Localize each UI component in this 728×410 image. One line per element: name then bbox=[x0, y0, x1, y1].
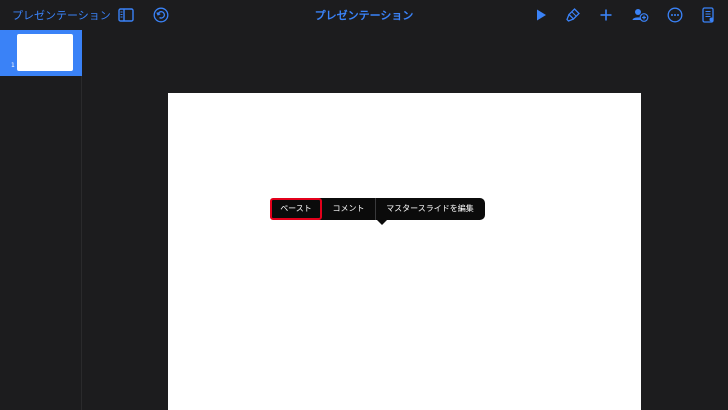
document-icon[interactable] bbox=[699, 6, 717, 24]
presentations-back-button[interactable]: プレゼンテーション bbox=[12, 7, 111, 23]
edit-master-slide-menu-item[interactable]: マスタースライドを編集 bbox=[376, 198, 484, 220]
sidebar-icon[interactable] bbox=[117, 6, 135, 24]
play-icon[interactable] bbox=[532, 6, 550, 24]
slide-canvas[interactable] bbox=[168, 93, 641, 410]
slide-thumbnail-selected[interactable]: 1 bbox=[0, 30, 82, 76]
keynote-app: プレゼンテーション プレゼンテーション 1 ペースト コメント マスタースライド… bbox=[0, 0, 728, 410]
more-icon[interactable] bbox=[666, 6, 684, 24]
plus-icon[interactable] bbox=[597, 6, 615, 24]
slide-number: 1 bbox=[11, 62, 15, 69]
paste-menu-item[interactable]: ペースト bbox=[270, 198, 322, 220]
context-menu: ペースト コメント マスタースライドを編集 bbox=[270, 198, 485, 220]
slide-thumbnail-image bbox=[17, 34, 73, 71]
undo-icon[interactable] bbox=[152, 6, 170, 24]
collaborate-icon[interactable] bbox=[631, 6, 649, 24]
paintbrush-icon[interactable] bbox=[564, 6, 582, 24]
slide-navigator: 1 bbox=[0, 30, 82, 410]
comment-menu-item[interactable]: コメント bbox=[322, 198, 375, 220]
context-menu-pointer bbox=[376, 219, 388, 225]
top-toolbar: プレゼンテーション プレゼンテーション bbox=[0, 0, 728, 30]
